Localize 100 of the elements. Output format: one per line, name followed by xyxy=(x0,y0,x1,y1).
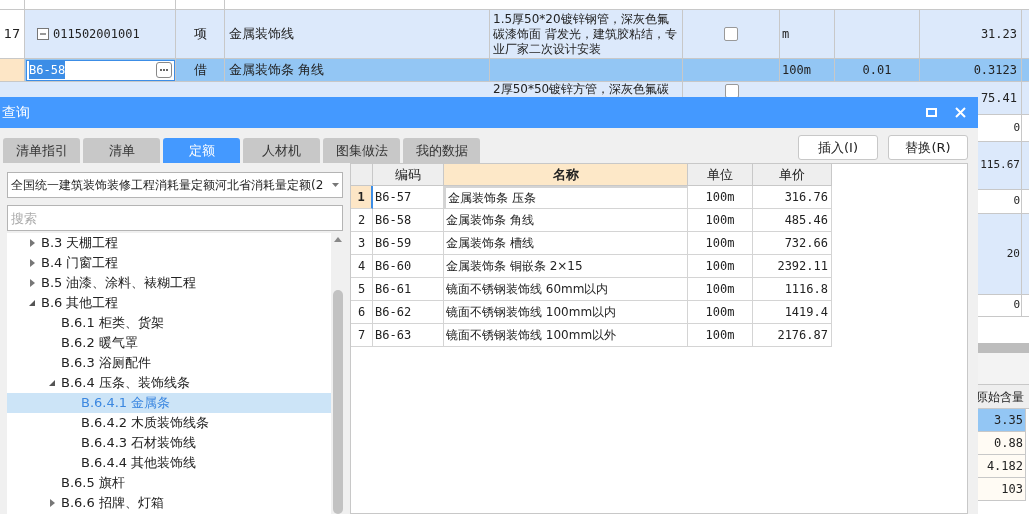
table-cell: 100m xyxy=(688,232,753,255)
column-header[interactable]: 名称 xyxy=(444,164,688,186)
amount-text: 75.41 xyxy=(980,90,1017,107)
table-cell: 100m xyxy=(688,255,753,278)
row-number[interactable]: 2 xyxy=(351,209,373,232)
table-cell[interactable]: 镜面不锈钢装饰线 100mm以外 xyxy=(444,324,688,347)
tree-item[interactable]: B.6.3 浴厕配件 xyxy=(7,353,331,373)
expand-arrow-icon[interactable] xyxy=(29,259,36,267)
column-header[interactable]: 编码 xyxy=(373,164,444,186)
table-cell: 100m xyxy=(688,209,753,232)
table-cell: B6-58 xyxy=(373,209,444,232)
maximize-icon[interactable] xyxy=(926,108,937,117)
expand-arrow-icon[interactable] xyxy=(49,499,56,507)
tree-item[interactable]: B.6.5 旗杆 xyxy=(7,473,331,493)
table-cell: 316.76 xyxy=(753,186,832,209)
amount-text: 115.67 xyxy=(980,157,1020,174)
tree-item[interactable]: B.6.6 招牌、灯箱 xyxy=(7,493,331,513)
table-cell[interactable]: 镜面不锈钢装饰线 60mm以内 xyxy=(444,278,688,301)
collapse-arrow-icon[interactable] xyxy=(29,299,36,307)
detail-row[interactable]: 0.88 xyxy=(978,432,1026,455)
collapse-arrow-icon[interactable] xyxy=(49,379,56,387)
tab[interactable]: 我的数据 xyxy=(403,138,480,163)
amount-text: 20 xyxy=(1006,245,1020,262)
sheet-row[interactable]: B6-58 借 金属装饰条 角线 100m 0.01 0.3123 xyxy=(0,59,1029,82)
tree-item[interactable]: B.6 其他工程 xyxy=(7,293,331,313)
table-cell: 732.66 xyxy=(753,232,832,255)
amount-text: 0 xyxy=(1013,297,1020,314)
table-cell: 1116.8 xyxy=(753,278,832,301)
expand-arrow-icon[interactable] xyxy=(29,239,36,247)
value-text: 4.182 xyxy=(986,458,1023,475)
row-number[interactable]: 7 xyxy=(351,324,373,347)
collapse-icon[interactable] xyxy=(37,28,49,40)
sheet-row[interactable]: 17 011502001001 项 金属装饰线 1.5厚50*20镀锌钢管，深灰色氟碳漆饰面 背发光，建筑胶粘结，专业厂家二次设计安装 m 31.23 xyxy=(0,10,1029,59)
dialog-button[interactable]: 替换(R) xyxy=(888,135,968,160)
table-cell: 2176.87 xyxy=(753,324,832,347)
column-header[interactable]: 单价 xyxy=(753,164,832,186)
tree-item[interactable]: B.3 天棚工程 xyxy=(7,233,331,253)
tree-item[interactable]: B.6.4.3 石材装饰线 xyxy=(7,433,331,453)
table-cell: B6-57 xyxy=(373,186,444,209)
table-cell[interactable]: 金属装饰条 铜嵌条 2×15 xyxy=(444,255,688,278)
checkbox[interactable] xyxy=(724,27,738,41)
tree-item[interactable]: B.6.4.4 其他装饰线 xyxy=(7,453,331,473)
table-cell[interactable]: 金属装饰条 槽线 xyxy=(444,232,688,255)
description-text: 2厚50*50镀锌方管，深灰色氟碳 xyxy=(493,82,670,96)
library-dropdown[interactable]: 全国统一建筑装饰装修工程消耗量定额河北省消耗量定额(2 xyxy=(7,172,343,198)
table-cell: B6-59 xyxy=(373,232,444,255)
tree-item[interactable]: B.6.1 柜类、货架 xyxy=(7,313,331,333)
close-icon[interactable] xyxy=(955,107,966,118)
table-cell[interactable]: 金属装饰条 角线 xyxy=(444,209,688,232)
code-text: 011502001001 xyxy=(53,26,140,43)
value-text: 103 xyxy=(1001,481,1023,498)
scroll-up-icon[interactable] xyxy=(334,237,342,242)
row-number[interactable]: 5 xyxy=(351,278,373,301)
table-cell: B6-63 xyxy=(373,324,444,347)
tree-item-label: B.6.3 浴厕配件 xyxy=(61,354,151,373)
tree-item-label: B.6.6 招牌、灯箱 xyxy=(61,494,164,513)
table-cell: 2392.11 xyxy=(753,255,832,278)
detail-row[interactable]: 4.182 xyxy=(978,455,1026,478)
amount-text: 0 xyxy=(1013,193,1020,210)
tree-item-label: B.6.4.1 金属条 xyxy=(81,394,171,413)
tree-item-label: B.6.2 暖气罩 xyxy=(61,334,138,353)
type-text: 项 xyxy=(193,25,207,44)
tree-item[interactable]: B.4 门窗工程 xyxy=(7,253,331,273)
table-cell: 485.46 xyxy=(753,209,832,232)
quantity-text: 0.01 xyxy=(862,62,892,79)
type-text: 借 xyxy=(193,61,207,80)
table-cell: 1419.4 xyxy=(753,301,832,324)
tree-item[interactable]: B.6.4 压条、装饰线条 xyxy=(7,373,331,393)
tree-item[interactable]: B.5 油漆、涂料、裱糊工程 xyxy=(7,273,331,293)
tab[interactable]: 清单 xyxy=(83,138,160,163)
search-field[interactable]: 搜索 xyxy=(7,205,343,231)
expand-arrow-icon[interactable] xyxy=(29,279,36,287)
table-cell: B6-60 xyxy=(373,255,444,278)
amount-text: 0.3123 xyxy=(973,62,1017,79)
table-cell[interactable]: 金属装饰条 压条 xyxy=(444,186,688,209)
column-header[interactable]: 单位 xyxy=(688,164,753,186)
value-text: 0.88 xyxy=(994,435,1023,452)
tree-item-label: B.4 门窗工程 xyxy=(41,254,119,273)
row-number[interactable]: 1 xyxy=(351,186,373,209)
tree-item-label: B.5 油漆、涂料、裱糊工程 xyxy=(41,274,197,293)
tab[interactable]: 人材机 xyxy=(243,138,320,163)
detail-row[interactable]: 3.35 xyxy=(978,409,1026,432)
row-number[interactable]: 6 xyxy=(351,301,373,324)
detail-row[interactable]: 103 xyxy=(978,478,1026,501)
tab[interactable]: 清单指引 xyxy=(3,138,80,163)
scrollbar[interactable] xyxy=(331,233,345,514)
row-header[interactable]: 17 xyxy=(0,10,25,59)
tree-item-label: B.6.1 柜类、货架 xyxy=(61,314,164,333)
checkbox[interactable] xyxy=(724,84,739,98)
dialog-button[interactable]: 插入(I) xyxy=(798,135,878,160)
tab[interactable]: 图集做法 xyxy=(323,138,400,163)
more-icon[interactable] xyxy=(156,62,172,78)
tree-item[interactable]: B.6.2 暖气罩 xyxy=(7,333,331,353)
tree-item[interactable]: B.6.4.2 木质装饰线条 xyxy=(7,413,331,433)
row-number[interactable]: 4 xyxy=(351,255,373,278)
table-cell[interactable]: 镜面不锈钢装饰线 100mm以内 xyxy=(444,301,688,324)
row-number[interactable]: 3 xyxy=(351,232,373,255)
value-text: 3.35 xyxy=(994,412,1023,429)
caret-icon[interactable] xyxy=(332,183,339,187)
tree-item-label: B.6.4.4 其他装饰线 xyxy=(81,454,197,473)
